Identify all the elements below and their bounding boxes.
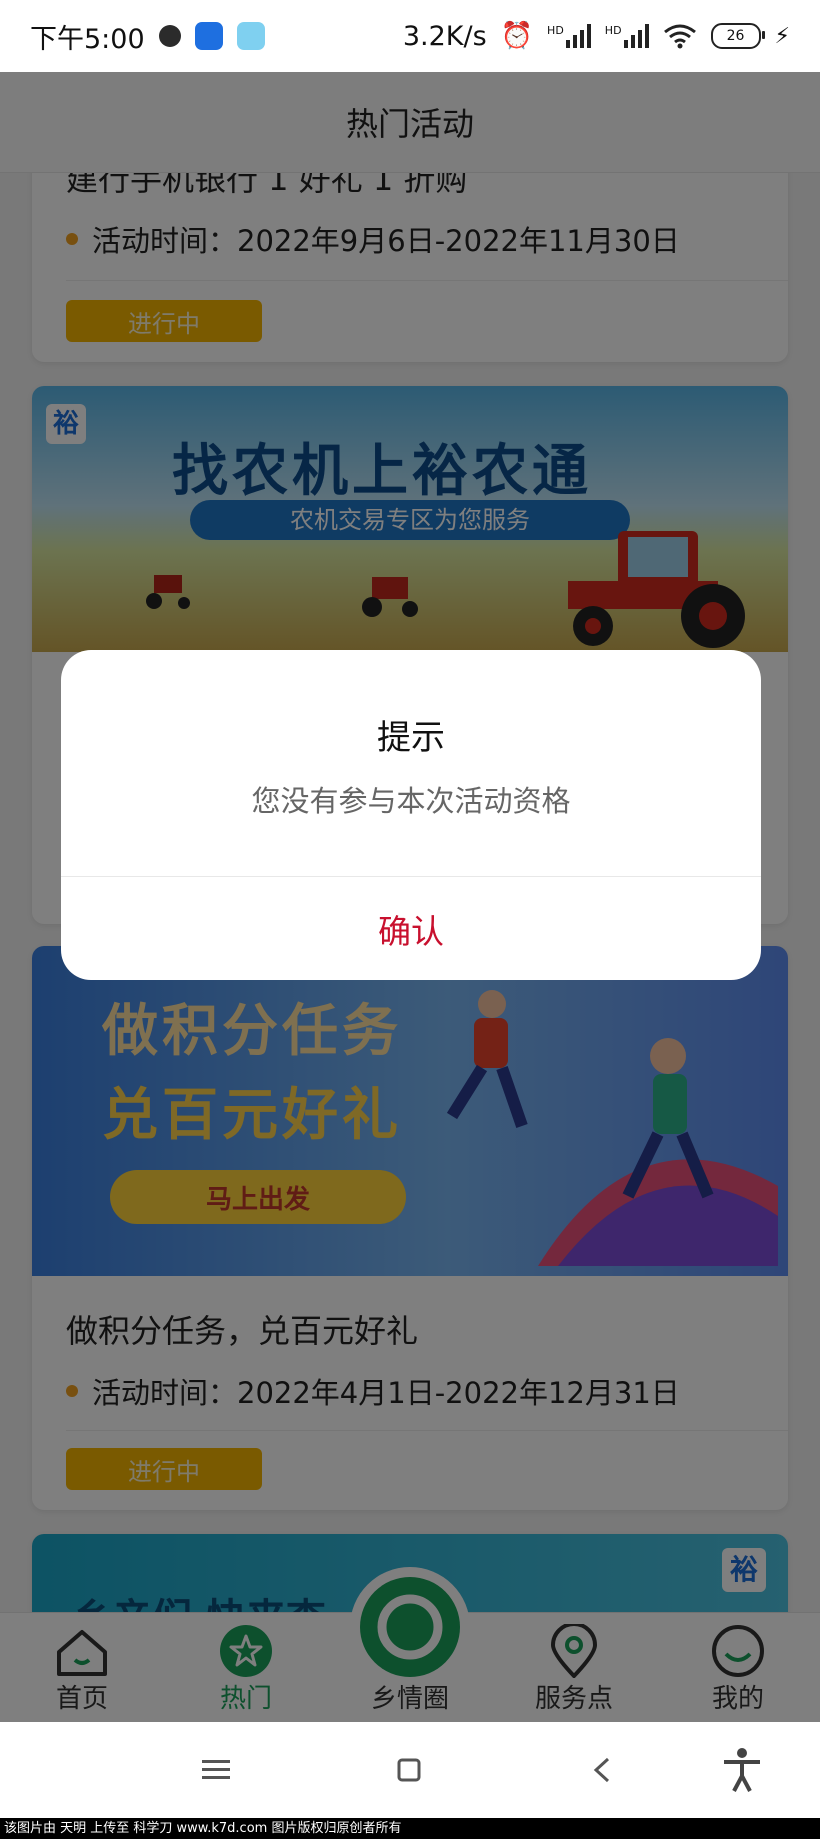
- battery-icon: 26: [710, 23, 765, 49]
- status-time: 下午5:00: [30, 23, 145, 55]
- home-square-icon[interactable]: [397, 1758, 421, 1782]
- dialog-message: 您没有参与本次活动资格: [251, 784, 571, 818]
- accessibility-icon[interactable]: [722, 1748, 762, 1792]
- messenger-app-icon: [194, 22, 223, 50]
- back-icon[interactable]: [592, 1757, 612, 1783]
- confirm-button[interactable]: 确认: [61, 877, 761, 980]
- signal-2: HD: [605, 24, 649, 48]
- signal-1: HD: [547, 24, 591, 48]
- alert-dialog: 提示 您没有参与本次活动资格 确认: [61, 650, 761, 980]
- dialog-title: 提示: [377, 718, 445, 758]
- menu-icon[interactable]: [202, 1759, 230, 1781]
- elephant-app-icon: [236, 22, 265, 50]
- watermark-note: 该图片由 天明 上传至 科学刀 www.k7d.com 图片版权归原创者所有: [0, 1818, 820, 1839]
- system-nav-bar: [0, 1722, 820, 1818]
- signal-bars-icon: [565, 24, 591, 48]
- clock-app-icon: [158, 25, 181, 47]
- wifi-icon: [663, 24, 696, 49]
- status-bar: 下午5:00 3.2K/s ⏰ HD HD 26 ⚡: [0, 0, 820, 72]
- charging-icon: ⚡: [774, 23, 790, 49]
- signal-bars-icon: [623, 24, 649, 48]
- alarm-icon: ⏰: [500, 21, 534, 51]
- network-speed: 3.2K/s: [402, 20, 487, 52]
